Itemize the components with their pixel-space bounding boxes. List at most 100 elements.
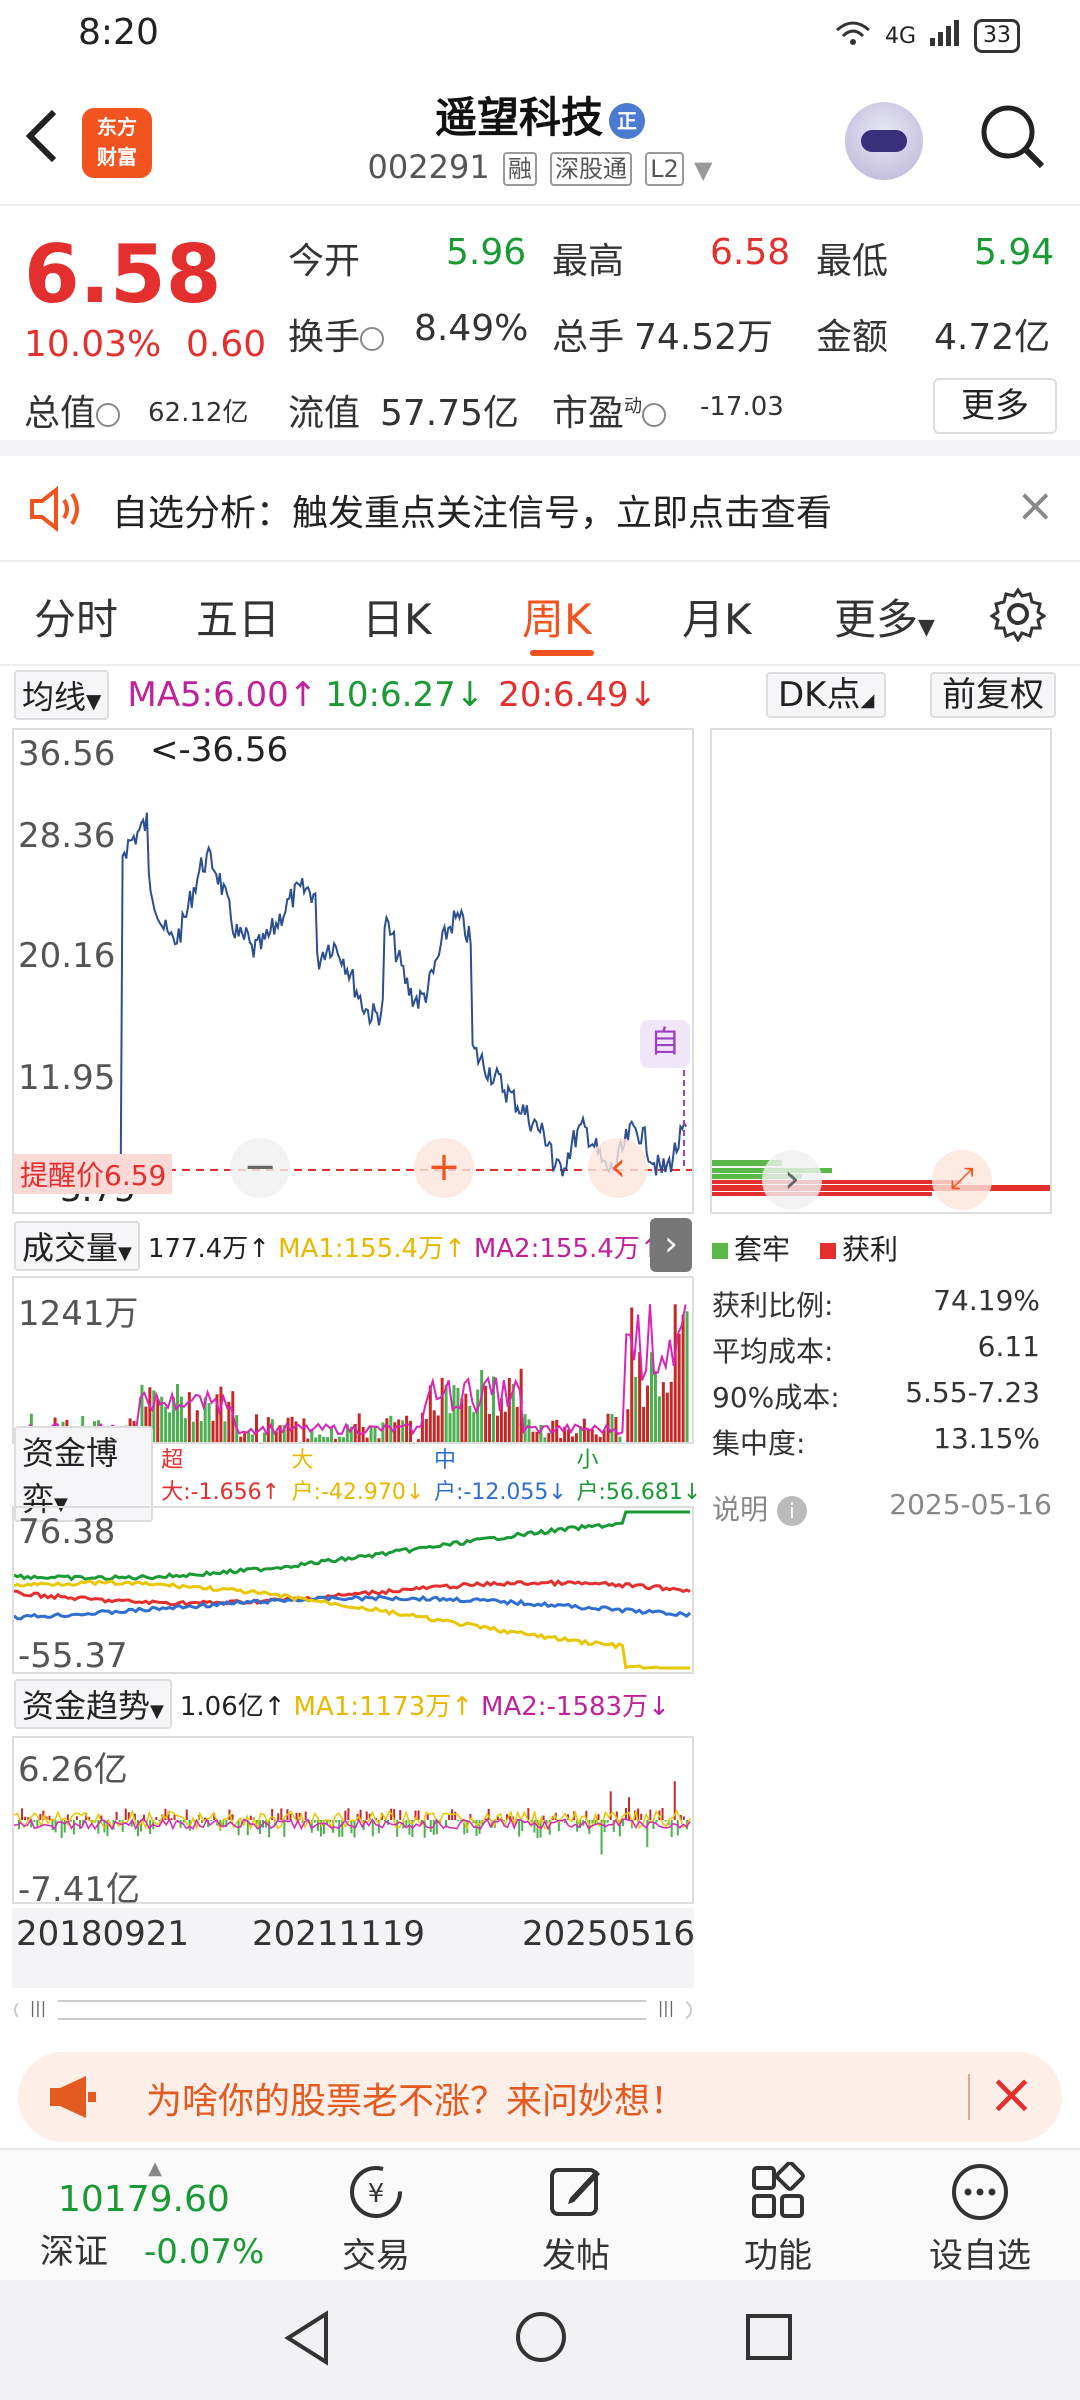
tab-intraday[interactable]: 分时 — [34, 586, 118, 647]
info-icon: i — [776, 1496, 807, 1526]
remind-price-tag[interactable]: 提醒价6.59 — [14, 1154, 173, 1194]
tab-monthly-k[interactable]: 月K — [682, 586, 752, 647]
nav-trade[interactable]: ¥ 交易 — [296, 2162, 456, 2277]
y-label-max: 36.56 — [18, 734, 116, 774]
zoom-out-button[interactable]: − — [230, 1138, 290, 1198]
kline-chart[interactable]: 36.56 <-36.56 28.36 20.16 11.95 3.75 提醒价… — [12, 728, 694, 1214]
expand-panel-button[interactable]: › — [650, 1218, 692, 1272]
chip-distribution-chart: › ⤢ — [710, 728, 1052, 1214]
current-price: 6.58 — [24, 228, 222, 321]
close-icon[interactable]: × — [1016, 478, 1055, 532]
small-value: 小户:56.681↓ — [576, 1448, 702, 1505]
capital-game-y-top: 76.38 — [18, 1512, 116, 1552]
legend-profit: 获利 — [820, 1228, 898, 1268]
range-scrollbar[interactable]: ||| ||| — [14, 1998, 692, 2022]
index-change: -0.07% — [144, 2232, 265, 2272]
change-value: 0.60 — [186, 324, 267, 365]
low-value: 5.94 — [974, 232, 1055, 273]
promo-close-icon[interactable]: × — [988, 2062, 1035, 2127]
ma5-value: MA5:6.00↑ — [127, 675, 318, 715]
ma-dropdown[interactable]: 均线▼ — [14, 670, 110, 720]
status-icons: 4G 33 — [833, 18, 1020, 54]
range-handle-left[interactable]: ||| — [18, 1998, 58, 2022]
more-quote-button[interactable]: 更多 — [933, 378, 1057, 434]
megaphone-icon — [46, 2074, 98, 2124]
nav-post[interactable]: 发帖 — [496, 2162, 656, 2277]
capital-trend-chart[interactable]: 6.26亿 -7.41亿 — [12, 1736, 694, 1910]
tab-weekly-k[interactable]: 周K — [522, 586, 592, 647]
volume-chart[interactable]: 1241万 — [12, 1276, 694, 1444]
chip-note-row: 说明 i 2025-05-16 — [712, 1488, 1052, 1528]
chip-legend: 套牢 获利 — [712, 1228, 898, 1268]
promo-text: 为啥你的股票老不涨？来问妙想！ — [146, 2081, 687, 2122]
auto-mark-button[interactable]: 自 — [640, 1020, 690, 1068]
capital-trend-y-bottom: -7.41亿 — [18, 1870, 140, 1910]
promo-divider — [968, 2074, 970, 2120]
stat-concentration: 集中度: 13.15% — [712, 1422, 1040, 1460]
volume-dropdown[interactable]: 成交量▼ — [14, 1221, 140, 1271]
volume-label: 总手 — [552, 317, 625, 358]
high-value: 6.58 — [710, 232, 791, 273]
svg-text:¥: ¥ — [368, 2179, 385, 2209]
system-recents-icon[interactable] — [744, 2312, 794, 2366]
volume-value: 177.4万↑ — [147, 1233, 271, 1264]
ma20-value: 20:6.49↓ — [498, 675, 658, 715]
more-dots-icon — [950, 2162, 1010, 2222]
pe-value: -17.03 — [700, 392, 784, 422]
stat-avg-cost: 平均成本: 6.11 — [712, 1330, 1040, 1368]
chip-note-button[interactable]: 说明 i — [712, 1488, 807, 1528]
assistant-avatar[interactable] — [845, 102, 923, 180]
up-caret-icon: ▲ — [148, 2158, 162, 2179]
mid-value: 中户:-12.055↓ — [433, 1448, 567, 1505]
dk-point-button[interactable]: DK点◢ — [766, 672, 887, 718]
settings-gear-icon[interactable] — [989, 586, 1047, 646]
super-large-value: 超大:-1.656↑ — [161, 1448, 281, 1505]
search-icon[interactable] — [978, 102, 1048, 172]
ma10-value: 10:6.27↓ — [325, 675, 485, 715]
legend-trapped: 套牢 — [712, 1228, 790, 1268]
turnover-value: 8.49% — [414, 308, 529, 349]
promo-banner[interactable]: 为啥你的股票老不涨？来问妙想！ × — [18, 2052, 1062, 2142]
scroll-left-button[interactable]: ‹ — [588, 1138, 648, 1198]
tag-level2: L2 — [645, 152, 684, 186]
capital-trend-dropdown[interactable]: 资金趋势▼ — [14, 1679, 172, 1729]
signal-alert-banner[interactable]: 自选分析：触发重点关注信号，立即点击查看 × — [0, 456, 1080, 562]
float-label: 流值 — [288, 393, 361, 434]
nav-add-watchlist[interactable]: 设自选 — [900, 2162, 1060, 2277]
tab-more[interactable]: 更多▼ — [834, 586, 935, 647]
capital-trend-y-top: 6.26亿 — [18, 1750, 128, 1790]
tab-daily-k[interactable]: 日K — [362, 586, 432, 647]
dropdown-triangle-icon: ▼ — [694, 156, 713, 184]
tab-five-day[interactable]: 五日 — [196, 586, 280, 647]
quote-panel: 6.58 10.03% 0.60 今开 5.96 最高 6.58 最低 5.94… — [0, 206, 1080, 456]
max-price-note: <-36.56 — [150, 730, 289, 770]
y-label-3: 20.16 — [18, 936, 116, 976]
system-back-icon[interactable] — [282, 2310, 332, 2370]
nav-functions[interactable]: 功能 — [698, 2161, 858, 2277]
amount-value: 4.72亿 — [934, 317, 1051, 358]
alert-text: 自选分析：触发重点关注信号，立即点击查看 — [112, 493, 833, 534]
open-label: 今开 — [288, 241, 361, 282]
capital-game-chart[interactable]: 76.38 -55.37 — [12, 1506, 694, 1676]
stock-header: 东方 财富 遥望科技正 002291 融 深股通 L2 ▼ — [0, 72, 1080, 206]
large-value: 大户:-42.970↓ — [291, 1448, 425, 1505]
adjust-mode-button[interactable]: 前复权 — [930, 672, 1056, 718]
chart-tabs: 分时 五日 日K 周K 月K 更多▼ — [0, 562, 1080, 666]
capital-trend-value: 1.06亿↑ — [179, 1691, 286, 1722]
speaker-icon — [28, 485, 84, 536]
capital-game-legend-row: 资金博弈▼ 超大:-1.656↑ 大户:-42.970↓ 中户:-12.055↓… — [14, 1426, 704, 1522]
zoom-in-button[interactable]: + — [414, 1138, 474, 1198]
mktcap-value: 62.12亿 — [148, 398, 249, 428]
tag-connect: 深股通 — [550, 152, 633, 186]
signal-icon — [928, 18, 962, 54]
system-home-icon[interactable] — [514, 2310, 568, 2368]
low-label: 最低 — [816, 241, 889, 282]
fullscreen-icon[interactable]: ⤢ — [932, 1150, 992, 1210]
index-ticker[interactable]: ▲ 10179.60 深证 -0.07% — [30, 2158, 280, 2273]
bottom-nav: ▲ 10179.60 深证 -0.07% ¥ 交易 发帖 功能 设自选 — [0, 2148, 1080, 2280]
battery-indicator: 33 — [974, 19, 1020, 53]
stat-profit-ratio: 获利比例: 74.19% — [712, 1284, 1040, 1322]
range-handle-right[interactable]: ||| — [646, 1998, 686, 2022]
scroll-right-button[interactable]: › — [762, 1150, 822, 1210]
date-mid: 20211119 — [252, 1914, 426, 1954]
